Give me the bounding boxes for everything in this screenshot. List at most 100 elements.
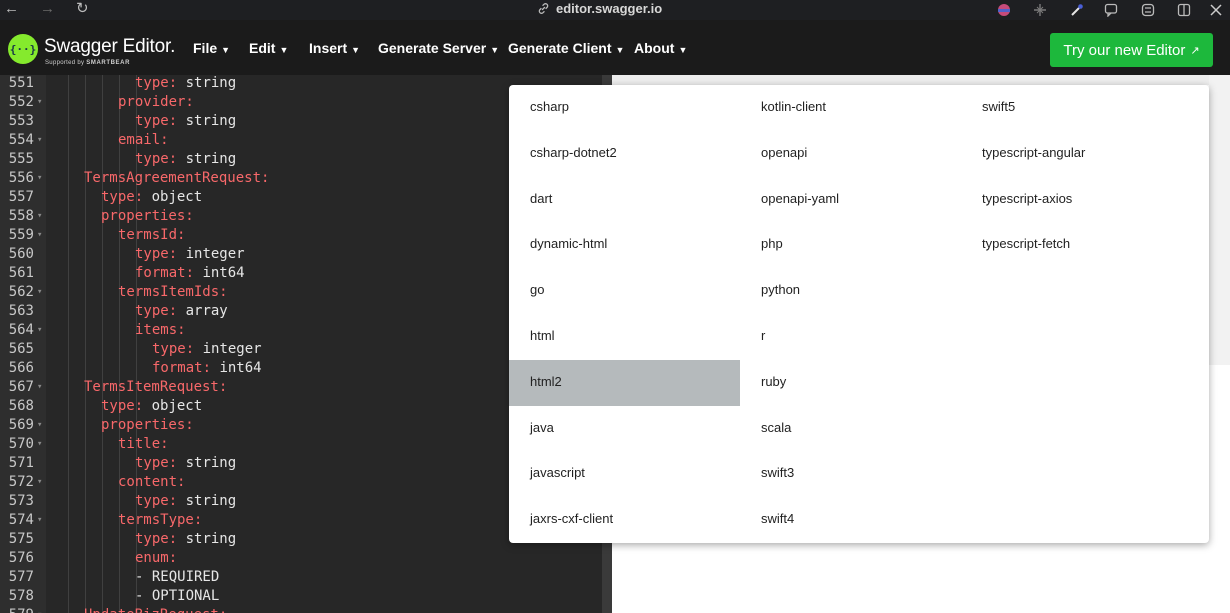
client-option-r[interactable]: r	[740, 314, 961, 360]
line-number: 576	[8, 550, 34, 566]
line-number: 570	[8, 436, 34, 452]
line-number: 571	[8, 455, 34, 471]
caret-down-icon: ▼	[678, 45, 688, 55]
code-text: enum:	[135, 550, 178, 566]
code-text: content:	[118, 474, 186, 490]
extensions-icon[interactable]	[1139, 0, 1157, 20]
fold-arrow-icon[interactable]: ▾	[37, 321, 42, 340]
line-number: 562	[8, 284, 34, 300]
fold-arrow-icon[interactable]: ▾	[37, 207, 42, 226]
client-option-typescript-axios[interactable]: typescript-axios	[961, 177, 1209, 223]
client-option-python[interactable]: python	[740, 268, 961, 314]
indent-guide	[102, 75, 103, 613]
line-number: 552	[8, 94, 34, 110]
reload-icon[interactable]: ↻	[76, 0, 89, 20]
preview-side-panel	[1209, 75, 1230, 365]
code-text: type: array	[135, 303, 228, 319]
line-number: 568	[8, 398, 34, 414]
code-text: type: string	[135, 151, 237, 167]
menu-generate-server[interactable]: Generate Server ▼	[378, 40, 499, 56]
chat-icon[interactable]	[1102, 0, 1120, 20]
client-option-openapi-yaml[interactable]: openapi-yaml	[740, 177, 961, 223]
client-option-html[interactable]: html	[509, 314, 740, 360]
client-option-swift4[interactable]: swift4	[740, 497, 961, 543]
client-option-csharp[interactable]: csharp	[509, 85, 740, 131]
caret-down-icon: ▼	[615, 45, 625, 55]
sidebar-icon[interactable]	[1175, 0, 1193, 20]
client-option-typescript-angular[interactable]: typescript-angular	[961, 131, 1209, 177]
line-number: 577	[8, 569, 34, 585]
external-link-icon: ↗	[1190, 44, 1200, 57]
move-icon[interactable]	[1031, 0, 1049, 20]
back-icon[interactable]: ←	[4, 0, 19, 20]
code-text: TermsItemRequest:	[84, 379, 228, 395]
fold-arrow-icon[interactable]: ▾	[37, 226, 42, 245]
code-text: type: string	[135, 113, 237, 129]
code-text: termsItemIds:	[118, 284, 228, 300]
url-text: editor.swagger.io	[556, 1, 663, 16]
fold-arrow-icon[interactable]: ▾	[37, 283, 42, 302]
client-option-swift3[interactable]: swift3	[740, 451, 961, 497]
menu-about[interactable]: About ▼	[634, 40, 687, 56]
indent-guide	[119, 75, 120, 613]
client-option-kotlin-client[interactable]: kotlin-client	[740, 85, 961, 131]
code-text: type: string	[135, 75, 237, 91]
code-text: type: string	[135, 531, 237, 547]
try-new-editor-button[interactable]: Try our new Editor ↗	[1050, 33, 1213, 67]
code-text: - REQUIRED	[135, 569, 220, 585]
fold-arrow-icon[interactable]: ▾	[37, 435, 42, 454]
menu-file[interactable]: File ▼	[193, 40, 230, 56]
code-text: - OPTIONAL	[135, 588, 220, 604]
topbar: {··} Swagger Editor. Supported by SMARTB…	[0, 20, 1230, 75]
menu-edit[interactable]: Edit ▼	[249, 40, 288, 56]
swagger-logo[interactable]: {··}	[8, 34, 38, 64]
indent-guide	[68, 75, 69, 613]
fold-arrow-icon[interactable]: ▾	[37, 606, 42, 613]
client-option-php[interactable]: php	[740, 222, 961, 268]
brand-subtitle: Supported by SMARTBEAR	[45, 60, 130, 66]
eyedropper-icon[interactable]	[1068, 0, 1086, 20]
menu-generate-client[interactable]: Generate Client ▼	[508, 40, 624, 56]
client-option-csharp-dotnet2[interactable]: csharp-dotnet2	[509, 131, 740, 177]
fold-arrow-icon[interactable]: ▾	[37, 511, 42, 530]
client-option-swift5[interactable]: swift5	[961, 85, 1209, 131]
client-option-scala[interactable]: scala	[740, 406, 961, 452]
client-option-go[interactable]: go	[509, 268, 740, 314]
code-text: properties:	[101, 208, 194, 224]
code-text: items:	[135, 322, 186, 338]
line-number: 574	[8, 512, 34, 528]
code-text: type: object	[101, 398, 203, 414]
client-option-java[interactable]: java	[509, 406, 740, 452]
line-number: 563	[8, 303, 34, 319]
client-option-typescript-fetch[interactable]: typescript-fetch	[961, 222, 1209, 268]
fold-arrow-icon[interactable]: ▾	[37, 93, 42, 112]
client-option-ruby[interactable]: ruby	[740, 360, 961, 406]
menu-insert[interactable]: Insert ▼	[309, 40, 360, 56]
fold-arrow-icon[interactable]: ▾	[37, 169, 42, 188]
line-number: 556	[8, 170, 34, 186]
fold-arrow-icon[interactable]: ▾	[37, 473, 42, 492]
link-icon	[538, 3, 549, 14]
fold-arrow-icon[interactable]: ▾	[37, 131, 42, 150]
fold-arrow-icon[interactable]: ▾	[37, 416, 42, 435]
line-number: 579	[0, 606, 34, 613]
address-bar[interactable]: editor.swagger.io	[537, 1, 662, 19]
close-icon[interactable]	[1207, 0, 1225, 20]
line-number: 566	[8, 360, 34, 376]
line-number: 555	[8, 151, 34, 167]
client-option-dart[interactable]: dart	[509, 177, 740, 223]
extension-badge-icon[interactable]	[995, 0, 1013, 20]
client-option-javascript[interactable]: javascript	[509, 451, 740, 497]
indent-guide	[85, 75, 86, 613]
client-option-dynamic-html[interactable]: dynamic-html	[509, 222, 740, 268]
caret-down-icon: ▼	[490, 45, 500, 55]
line-number: 565	[8, 341, 34, 357]
line-number: 564	[8, 322, 34, 338]
forward-icon[interactable]: →	[40, 0, 55, 20]
client-option-html2[interactable]: html2	[509, 360, 740, 406]
fold-arrow-icon[interactable]: ▾	[37, 378, 42, 397]
client-option-jaxrs-cxf-client[interactable]: jaxrs-cxf-client	[509, 497, 740, 543]
client-option-openapi[interactable]: openapi	[740, 131, 961, 177]
code-text: type: integer	[152, 341, 262, 357]
code-text: termsId:	[118, 227, 186, 243]
